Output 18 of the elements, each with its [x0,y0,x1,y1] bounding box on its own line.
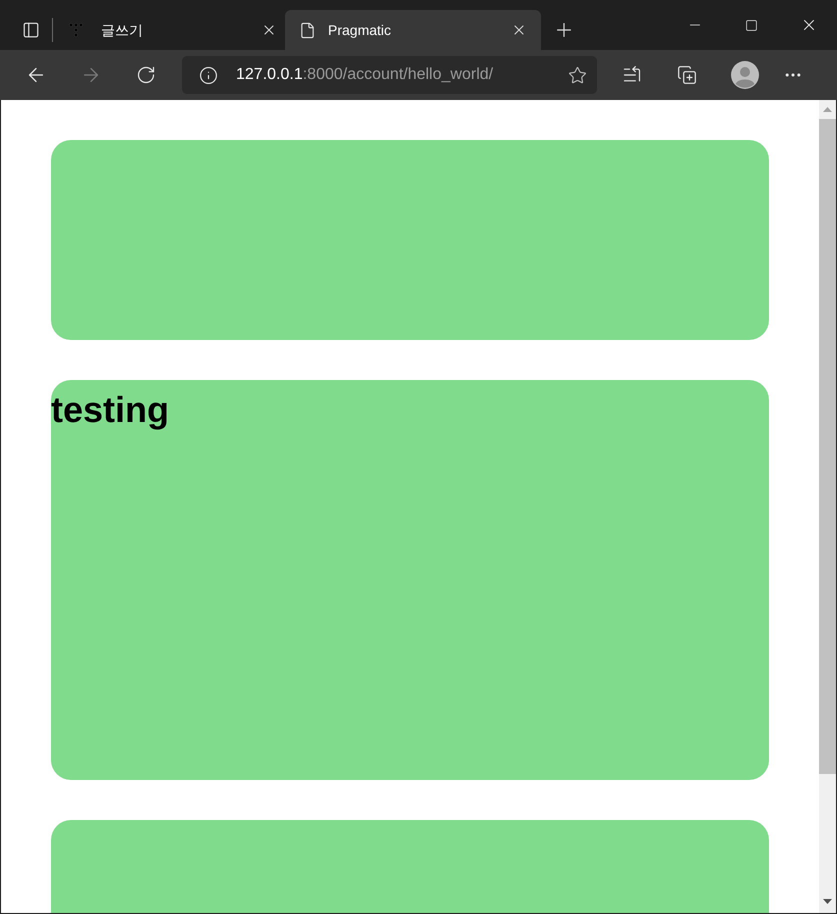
address-bar[interactable]: 127.0.0.1:8000/account/hello_world/ [182,56,597,94]
browser-tab[interactable]: Pragmatic [285,10,541,50]
page-icon [299,22,316,38]
scroll-down-icon[interactable] [823,899,832,904]
card-heading: testing [51,388,170,432]
scroll-thumb[interactable] [819,119,836,774]
url-path: :8000/account/hello_world/ [302,66,494,83]
dots-icon [69,23,83,37]
info-icon[interactable] [199,66,218,84]
reload-icon[interactable] [136,65,156,85]
add-favorite-icon[interactable] [568,66,587,84]
profile-avatar-icon[interactable] [731,61,759,89]
maximize-icon[interactable] [745,18,758,32]
scrollbar[interactable] [819,100,836,913]
url-host: 127.0.0.1 [236,66,303,83]
collections-icon[interactable] [677,65,697,85]
browser-tab[interactable]: 글쓰기 [61,10,285,50]
sidebar-icon[interactable] [22,21,40,39]
